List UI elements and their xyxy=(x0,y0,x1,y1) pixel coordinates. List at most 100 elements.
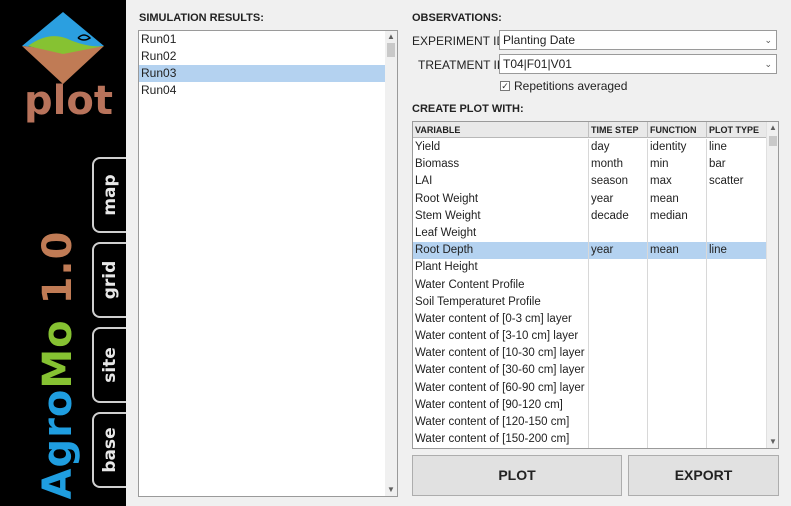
table-cell[interactable] xyxy=(589,328,648,346)
table-cell[interactable] xyxy=(648,224,707,243)
simulation-runs-list[interactable]: Run01 Run02 Run03 Run04 ▲ ▼ xyxy=(138,30,398,497)
list-item[interactable]: Run03 xyxy=(139,65,397,82)
scroll-up-icon[interactable]: ▲ xyxy=(385,31,397,43)
simulation-list-scrollbar[interactable]: ▲ ▼ xyxy=(385,31,397,496)
table-cell[interactable] xyxy=(707,259,767,277)
table-row[interactable]: Yield day identity line xyxy=(413,139,767,157)
table-cell[interactable] xyxy=(648,276,707,294)
scroll-up-icon[interactable]: ▲ xyxy=(767,122,778,134)
table-cell[interactable] xyxy=(648,362,707,380)
table-row[interactable]: Root Weight year mean xyxy=(413,190,767,208)
table-cell[interactable]: Root Weight xyxy=(413,190,589,208)
table-cell[interactable]: median xyxy=(648,207,707,225)
table-cell[interactable]: LAI xyxy=(413,173,589,191)
table-cell[interactable] xyxy=(707,207,767,225)
table-cell[interactable] xyxy=(707,414,767,432)
table-cell[interactable]: Root Depth xyxy=(413,242,589,260)
table-cell[interactable] xyxy=(707,362,767,380)
table-cell[interactable] xyxy=(589,396,648,414)
table-row[interactable]: Water content of [30-60 cm] layer xyxy=(413,362,767,380)
table-cell[interactable] xyxy=(648,414,707,432)
table-cell[interactable]: Water content of [0-3 cm] layer xyxy=(413,310,589,329)
table-row[interactable]: Biomass month min bar xyxy=(413,156,767,174)
table-row[interactable]: Water content of [150-200 cm] xyxy=(413,431,767,448)
table-row[interactable]: Root Depth year mean line xyxy=(413,242,767,260)
table-cell[interactable]: Yield xyxy=(413,139,589,157)
table-cell[interactable] xyxy=(589,310,648,329)
column-header-function[interactable]: FUNCTION xyxy=(648,122,707,138)
scroll-thumb[interactable] xyxy=(387,43,395,57)
table-cell[interactable] xyxy=(648,431,707,448)
plot-button[interactable]: PLOT xyxy=(412,455,622,496)
table-cell[interactable] xyxy=(707,328,767,346)
table-cell[interactable] xyxy=(707,396,767,414)
table-cell[interactable] xyxy=(589,379,648,397)
table-cell[interactable] xyxy=(648,379,707,397)
table-cell[interactable] xyxy=(707,293,767,311)
table-cell[interactable]: Water content of [150-200 cm] xyxy=(413,431,589,448)
table-cell[interactable]: season xyxy=(589,173,648,191)
table-cell[interactable] xyxy=(648,293,707,311)
table-cell[interactable]: month xyxy=(589,156,648,174)
table-cell[interactable] xyxy=(648,396,707,414)
table-cell[interactable] xyxy=(589,276,648,294)
list-item[interactable]: Run01 xyxy=(139,31,397,48)
table-row[interactable]: Water Content Profile xyxy=(413,276,767,294)
table-cell[interactable]: Water content of [30-60 cm] layer xyxy=(413,362,589,380)
table-cell[interactable]: Plant Height xyxy=(413,259,589,277)
column-header-variable[interactable]: VARIABLE xyxy=(413,122,589,138)
table-cell[interactable]: line xyxy=(707,242,767,260)
table-cell[interactable] xyxy=(589,293,648,311)
table-cell[interactable]: Water content of [120-150 cm] xyxy=(413,414,589,432)
table-cell[interactable]: Water Content Profile xyxy=(413,276,589,294)
table-cell[interactable]: line xyxy=(707,139,767,157)
table-row[interactable]: Water content of [0-3 cm] layer xyxy=(413,310,767,329)
table-cell[interactable]: Soil Temperaturet Profile xyxy=(413,293,589,311)
table-cell[interactable]: Water content of [3-10 cm] layer xyxy=(413,328,589,346)
table-row[interactable]: Water content of [10-30 cm] layer xyxy=(413,345,767,363)
table-cell[interactable] xyxy=(707,190,767,208)
table-row[interactable]: Stem Weight decade median xyxy=(413,207,767,225)
table-row[interactable]: Soil Temperaturet Profile xyxy=(413,293,767,311)
table-cell[interactable]: max xyxy=(648,173,707,191)
table-row[interactable]: Water content of [60-90 cm] layer xyxy=(413,379,767,397)
table-row[interactable]: Water content of [90-120 cm] xyxy=(413,396,767,414)
table-cell[interactable] xyxy=(589,414,648,432)
table-cell[interactable] xyxy=(648,259,707,277)
tab-map[interactable]: map xyxy=(92,157,126,233)
table-cell[interactable] xyxy=(589,345,648,363)
table-row[interactable]: Plant Height xyxy=(413,259,767,277)
table-row[interactable]: Leaf Weight xyxy=(413,224,767,243)
table-cell[interactable] xyxy=(707,224,767,243)
checkmark-icon[interactable]: ✓ xyxy=(500,81,510,91)
table-cell[interactable]: Leaf Weight xyxy=(413,224,589,243)
treatment-id-select[interactable]: T04|F01|V01 ⌄ xyxy=(499,54,777,74)
table-cell[interactable] xyxy=(707,379,767,397)
table-row[interactable]: Water content of [120-150 cm] xyxy=(413,414,767,432)
table-cell[interactable]: identity xyxy=(648,139,707,157)
table-cell[interactable] xyxy=(707,310,767,329)
table-row[interactable]: Water content of [3-10 cm] layer xyxy=(413,328,767,346)
table-cell[interactable]: Water content of [90-120 cm] xyxy=(413,396,589,414)
tab-base[interactable]: base xyxy=(92,412,126,488)
column-header-plot-type[interactable]: PLOT TYPE xyxy=(707,122,767,138)
scroll-thumb[interactable] xyxy=(769,136,777,146)
list-item[interactable]: Run04 xyxy=(139,82,397,99)
table-cell[interactable] xyxy=(707,345,767,363)
table-row[interactable]: LAI season max scatter xyxy=(413,173,767,191)
table-cell[interactable] xyxy=(648,310,707,329)
table-cell[interactable]: mean xyxy=(648,190,707,208)
table-cell[interactable]: Biomass xyxy=(413,156,589,174)
table-cell[interactable]: Water content of [60-90 cm] layer xyxy=(413,379,589,397)
table-cell[interactable]: year xyxy=(589,242,648,260)
list-item[interactable]: Run02 xyxy=(139,48,397,65)
tab-site[interactable]: site xyxy=(92,327,126,403)
table-cell[interactable]: decade xyxy=(589,207,648,225)
table-cell[interactable]: bar xyxy=(707,156,767,174)
table-scrollbar[interactable]: ▲ ▼ xyxy=(766,122,778,448)
column-header-time-step[interactable]: TIME STEP xyxy=(589,122,648,138)
table-cell[interactable] xyxy=(589,431,648,448)
experiment-id-select[interactable]: Planting Date ⌄ xyxy=(499,30,777,50)
table-cell[interactable]: mean xyxy=(648,242,707,260)
table-cell[interactable]: Water content of [10-30 cm] layer xyxy=(413,345,589,363)
